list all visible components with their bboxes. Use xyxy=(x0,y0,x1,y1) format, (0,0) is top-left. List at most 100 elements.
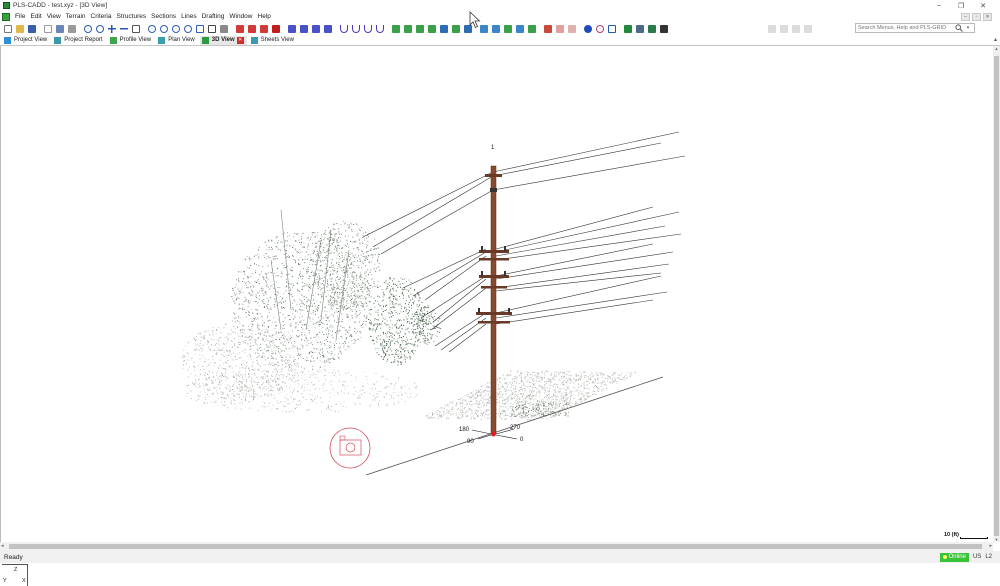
window-icon[interactable] xyxy=(660,24,668,33)
menu-file[interactable]: File xyxy=(13,13,28,20)
move-structure-icon[interactable] xyxy=(248,24,256,33)
menu-help[interactable]: Help xyxy=(256,13,274,20)
mdi-close-button[interactable]: ✕ xyxy=(983,12,992,21)
tab-3d-view[interactable]: 3D View ✕ xyxy=(199,35,247,45)
mdi-minimize-button[interactable]: – xyxy=(961,12,970,21)
terrain-tool-3-icon[interactable] xyxy=(416,24,424,33)
search-icon[interactable] xyxy=(954,24,964,32)
section-tool-5-icon[interactable] xyxy=(528,24,536,33)
section-tool-1-icon[interactable] xyxy=(480,24,488,33)
section-tool-4-icon[interactable] xyxy=(516,24,524,33)
zoom-extents-icon[interactable] xyxy=(132,24,140,33)
tab-plan-view[interactable]: Plan View xyxy=(156,36,198,45)
tab-project-view[interactable]: Project View xyxy=(2,36,50,45)
rotate-left-icon[interactable] xyxy=(148,24,156,33)
sag-tool-1-icon[interactable] xyxy=(340,24,348,33)
string-tool-3-icon[interactable] xyxy=(312,24,320,33)
grid-icon[interactable] xyxy=(648,24,656,33)
layer-icon[interactable] xyxy=(636,24,644,33)
orbit-icon[interactable] xyxy=(172,24,180,33)
export-excel-icon[interactable] xyxy=(624,24,632,33)
restore-button[interactable]: ❐ xyxy=(950,2,972,10)
sag-tool-3-icon[interactable] xyxy=(364,24,372,33)
tab-profile-view[interactable]: Profile View xyxy=(108,36,155,45)
close-tab-icon[interactable]: ✕ xyxy=(236,36,244,44)
zoom-minus-icon[interactable] xyxy=(120,24,128,33)
scroll-right-icon[interactable]: ▸ xyxy=(989,543,992,549)
string-tool-2-icon[interactable] xyxy=(300,24,308,33)
new-file-icon[interactable] xyxy=(4,24,12,33)
tools-icon[interactable] xyxy=(220,24,228,33)
menu-criteria[interactable]: Criteria xyxy=(89,13,115,20)
scroll-left-icon[interactable]: ◂ xyxy=(1,543,4,549)
cut-icon[interactable] xyxy=(44,24,52,33)
report-tool-1-icon[interactable] xyxy=(544,24,552,33)
zoom-in-icon[interactable] xyxy=(84,24,92,33)
paste-icon[interactable] xyxy=(68,24,76,33)
pls-cadd-app-icon xyxy=(3,2,10,9)
menu-terrain[interactable]: Terrain xyxy=(64,13,89,20)
scroll-down-icon[interactable]: ▼ xyxy=(993,537,1000,542)
terrain-tool-2-icon[interactable] xyxy=(404,24,412,33)
online-status-badge[interactable]: Online xyxy=(939,552,969,562)
string-tool-4-icon[interactable] xyxy=(324,24,332,33)
search-box[interactable]: ▾ xyxy=(855,23,975,33)
document-icon[interactable] xyxy=(2,12,10,21)
horizontal-scroll-thumb[interactable] xyxy=(9,544,982,549)
compass-label-180: 180 xyxy=(459,427,470,433)
menu-drafting[interactable]: Drafting xyxy=(200,13,228,20)
terrain-tool-5-icon[interactable] xyxy=(440,24,448,33)
spin-icon[interactable] xyxy=(184,24,192,33)
project-view-icon xyxy=(4,36,11,44)
scroll-up-icon[interactable]: ▲ xyxy=(993,46,1000,51)
sag-tool-2-icon[interactable] xyxy=(352,24,360,33)
find-icon[interactable] xyxy=(596,24,604,33)
terrain-tool-1-icon[interactable] xyxy=(392,24,400,33)
terrain-tool-6-icon[interactable] xyxy=(452,24,460,33)
report-tool-3-icon[interactable] xyxy=(568,24,576,33)
close-button[interactable]: ✕ xyxy=(972,2,994,10)
string-tool-1-icon[interactable] xyxy=(288,24,296,33)
structure-attach-icon[interactable] xyxy=(260,24,268,33)
section-tool-3-icon[interactable] xyxy=(504,24,512,33)
rotate-right-icon[interactable] xyxy=(160,24,168,33)
sag-tool-4-icon[interactable] xyxy=(376,24,384,33)
minimize-button[interactable]: – xyxy=(928,2,950,9)
menu-window[interactable]: Window xyxy=(227,13,255,20)
menu-sections[interactable]: Sections xyxy=(149,13,179,20)
vertical-scroll-thumb[interactable] xyxy=(994,56,999,536)
copy-icon[interactable] xyxy=(56,24,64,33)
scene-canvas[interactable]: 180 270 90 0 1 xyxy=(1,46,994,542)
scale-label: 10 (ft) xyxy=(944,532,959,538)
terrain-tool-4-icon[interactable] xyxy=(428,24,436,33)
add-structure-icon[interactable] xyxy=(236,24,244,33)
menu-edit[interactable]: Edit xyxy=(28,13,44,20)
horizontal-scrollbar[interactable]: ◂ ▸ xyxy=(0,542,993,551)
open-folder-icon[interactable] xyxy=(16,24,24,33)
axis-x-label: X xyxy=(22,578,26,584)
fit-view-icon[interactable] xyxy=(196,24,204,33)
vertical-scrollbar[interactable]: ▲ ▼ xyxy=(993,46,1000,542)
axis-y-label: Y xyxy=(3,578,7,584)
delete-structure-icon[interactable] xyxy=(272,24,280,33)
menu-structures[interactable]: Structures xyxy=(115,13,150,20)
disabled-tool-1-icon xyxy=(768,24,776,33)
measure-icon[interactable] xyxy=(608,24,616,33)
pan-icon[interactable] xyxy=(208,24,216,33)
collapse-ribbon-icon[interactable]: ▴ xyxy=(994,36,997,43)
structure-number-label: 1 xyxy=(491,145,495,151)
chevron-down-icon[interactable]: ▾ xyxy=(964,25,972,31)
zoom-plus-icon[interactable] xyxy=(108,24,116,33)
section-tool-2-icon[interactable] xyxy=(492,24,500,33)
save-icon[interactable] xyxy=(28,24,36,33)
zoom-out-icon[interactable] xyxy=(96,24,104,33)
report-tool-2-icon[interactable] xyxy=(556,24,564,33)
tab-sheets-view[interactable]: Sheets View xyxy=(249,36,297,45)
mdi-restore-button[interactable]: ▫ xyxy=(972,12,981,21)
tab-project-report[interactable]: Project Report xyxy=(52,36,105,45)
3d-viewport[interactable]: 180 270 90 0 1 Z Y X xyxy=(0,46,994,586)
menu-lines[interactable]: Lines xyxy=(179,13,200,20)
menu-view[interactable]: View xyxy=(45,13,64,20)
globe-icon[interactable] xyxy=(584,24,592,33)
search-input[interactable] xyxy=(856,24,954,32)
